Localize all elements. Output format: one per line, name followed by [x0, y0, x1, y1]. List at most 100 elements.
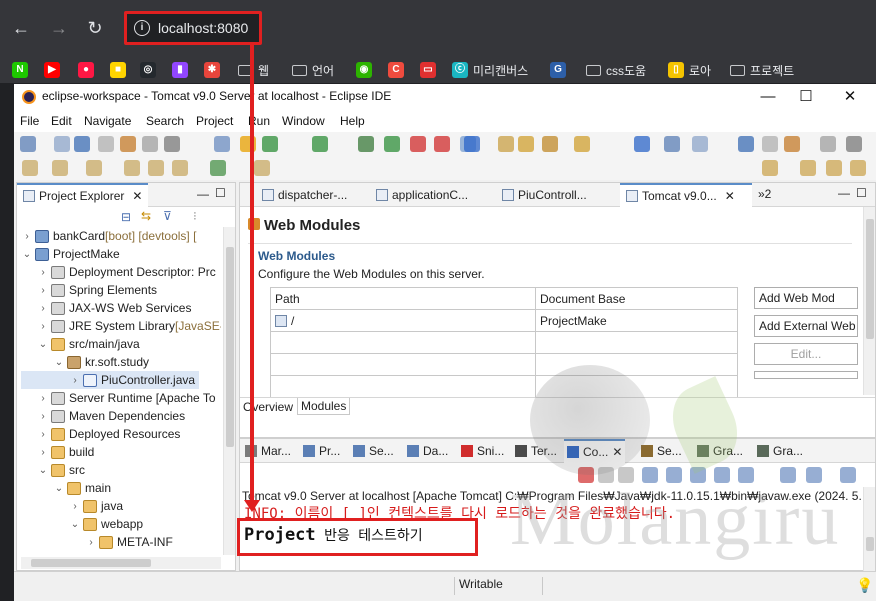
bookmark-icon-link[interactable]: C [388, 60, 404, 80]
toolbar-button-icon[interactable] [54, 136, 70, 152]
expanded-twisty-icon[interactable]: ⌄ [37, 465, 49, 476]
console-tab[interactable]: Gra... [754, 439, 806, 463]
editor-tab[interactable]: PiuControll... [496, 183, 618, 207]
expanded-twisty-icon[interactable]: ⌄ [53, 357, 65, 368]
tree-item[interactable]: › Server Runtime [Apache To [21, 389, 215, 407]
tree-item[interactable]: › java [21, 497, 123, 515]
toolbar-button-icon[interactable] [464, 136, 480, 152]
menu-search[interactable]: Search [146, 114, 184, 128]
bookmark-icon-link[interactable]: N [12, 60, 28, 80]
search-icon[interactable] [762, 160, 778, 176]
menu-window[interactable]: Window [282, 114, 325, 128]
tree-item[interactable]: › PiuController.java [21, 371, 200, 389]
toolbar-button-icon[interactable] [210, 160, 226, 176]
console-tab[interactable]: Pr... [300, 439, 343, 463]
collapsed-twisty-icon[interactable]: › [37, 267, 49, 278]
expanded-twisty-icon[interactable]: ⌄ [21, 249, 33, 260]
tree-item[interactable]: › Deployed Resources [21, 425, 180, 443]
maximize-view-icon[interactable]: ☐ [215, 186, 226, 200]
toolbar-button-icon[interactable] [142, 136, 158, 152]
toolbar-button-icon[interactable] [762, 136, 778, 152]
toolbar-button-icon[interactable] [434, 136, 450, 152]
collapsed-twisty-icon[interactable]: › [37, 447, 49, 458]
collapsed-twisty-icon[interactable]: › [37, 321, 49, 332]
tree-item[interactable]: › Maven Dependencies [21, 407, 185, 425]
bookmark-icon-link[interactable]: G [550, 60, 566, 80]
bookmark-folder[interactable]: 프로젝트 [730, 60, 794, 80]
collapse-all-icon[interactable]: ⊟ [121, 210, 131, 224]
close-button[interactable]: ✕ [836, 86, 864, 108]
editor-tab[interactable]: applicationC... [370, 183, 494, 207]
toolbar-button-icon[interactable] [164, 136, 180, 152]
collapsed-twisty-icon[interactable]: › [69, 375, 81, 386]
toolbar-button-icon[interactable] [634, 136, 650, 152]
console-tab[interactable]: Se... [638, 439, 685, 463]
minimize-view-icon[interactable]: — [838, 186, 850, 200]
toolbar-button-icon[interactable] [850, 160, 866, 176]
column-header-path[interactable]: Path [270, 287, 536, 310]
toolbar-button-icon[interactable] [846, 136, 862, 152]
bookmark-link[interactable]: ⓒ 미리캔버스 [452, 60, 528, 80]
editor-scroll-thumb[interactable] [866, 219, 874, 339]
close-tab-icon[interactable]: ✕ [725, 189, 735, 203]
tab-modules[interactable]: Modules [297, 398, 351, 415]
cell-path[interactable]: / [270, 309, 536, 332]
info-icon[interactable]: i [134, 20, 150, 36]
tree-item[interactable]: › JRE System Library [JavaSE- [21, 317, 221, 335]
editor-scrollbar[interactable] [863, 207, 875, 395]
tree-item[interactable]: ⌄ kr.soft.study [21, 353, 149, 371]
collapsed-twisty-icon[interactable]: › [69, 501, 81, 512]
bookmark-icon-link[interactable]: ● [78, 60, 94, 80]
explorer-hscroll-thumb[interactable] [31, 559, 151, 567]
bookmark-icon-link[interactable]: ◉ [356, 60, 372, 80]
toolbar-button-icon[interactable] [74, 136, 90, 152]
toolbar-button-icon[interactable] [172, 160, 188, 176]
explorer-scrollbar[interactable] [223, 227, 235, 555]
cell-document-base[interactable]: ProjectMake [535, 309, 738, 332]
table-row[interactable]: / ProjectMake [270, 309, 738, 332]
console-tab[interactable]: Se... [350, 439, 397, 463]
toolbar-button-icon[interactable] [124, 160, 140, 176]
bookmark-icon-link[interactable]: ▶ [44, 60, 60, 80]
bookmark-icon-link[interactable]: ◎ [140, 60, 156, 80]
toolbar-button-icon[interactable] [52, 160, 68, 176]
toolbar-button-icon[interactable] [262, 136, 278, 152]
bookmark-link[interactable]: ▯ 로아 [668, 60, 711, 80]
bookmark-folder[interactable]: 언어 [292, 60, 334, 80]
toolbar-button-icon[interactable] [312, 136, 328, 152]
collapsed-twisty-icon[interactable]: › [37, 393, 49, 404]
tree-item[interactable]: › Deployment Descriptor: Prc [21, 263, 215, 281]
tree-item[interactable]: › bankCard [boot] [devtools] [ [21, 227, 196, 245]
collapsed-twisty-icon[interactable]: › [85, 537, 97, 548]
expanded-twisty-icon[interactable]: ⌄ [53, 483, 65, 494]
bookmark-folder[interactable]: css도움 [586, 60, 646, 80]
toolbar-button-icon[interactable] [410, 136, 426, 152]
toolbar-button-icon[interactable] [826, 160, 842, 176]
toolbar-button-icon[interactable] [784, 136, 800, 152]
tree-item[interactable]: ⌄ src [21, 461, 85, 479]
tree-item[interactable]: ⌄ webapp [21, 515, 143, 533]
console-toolbar-icon[interactable] [840, 467, 856, 483]
tree-item[interactable]: ⌄ main [21, 479, 111, 497]
toolbar-button-icon[interactable] [254, 160, 270, 176]
bookmark-icon-link[interactable]: ■ [110, 60, 126, 80]
close-tab-icon[interactable]: ✕ [132, 189, 142, 203]
tree-item[interactable]: › JAX-WS Web Services [21, 299, 191, 317]
tree-item[interactable]: ⌄ src/main/java [21, 335, 140, 353]
explorer-hscrollbar[interactable] [21, 557, 221, 569]
toolbar-button-icon[interactable] [542, 136, 558, 152]
expanded-twisty-icon[interactable]: ⌄ [37, 339, 49, 350]
toolbar-button-icon[interactable] [692, 136, 708, 152]
tab-overflow-button[interactable]: »2 [758, 187, 771, 201]
toolbar-button-icon[interactable] [214, 136, 230, 152]
menu-help[interactable]: Help [340, 114, 365, 128]
toolbar-button-icon[interactable] [86, 160, 102, 176]
tree-item[interactable]: › build [21, 443, 94, 461]
toolbar-button-icon[interactable] [98, 136, 114, 152]
menu-file[interactable]: File [20, 114, 39, 128]
toolbar-button-icon[interactable] [498, 136, 514, 152]
menu-project[interactable]: Project [196, 114, 233, 128]
toolbar-button-icon[interactable] [820, 136, 836, 152]
collapsed-twisty-icon[interactable]: › [37, 429, 49, 440]
column-header-docbase[interactable]: Document Base [535, 287, 738, 310]
